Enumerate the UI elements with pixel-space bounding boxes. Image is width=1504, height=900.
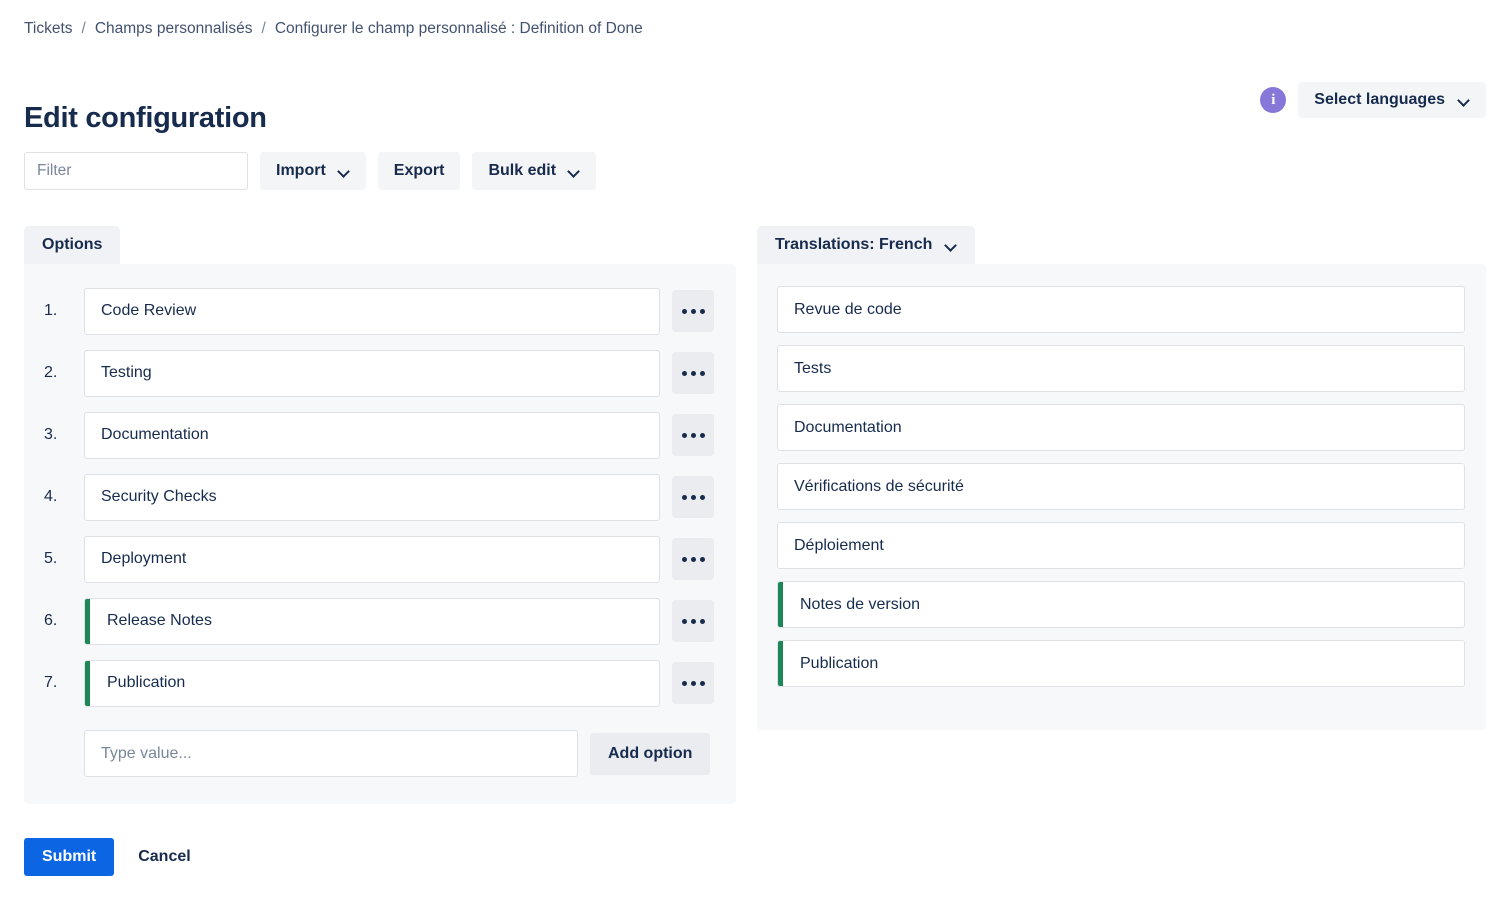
form-actions: Submit Cancel xyxy=(24,838,205,876)
chevron-down-icon xyxy=(946,240,957,251)
more-options-icon[interactable] xyxy=(672,414,714,456)
option-row: 7. Publication xyxy=(24,658,736,708)
import-button[interactable]: Import xyxy=(260,152,366,190)
translation-value-input[interactable]: Revue de code xyxy=(777,286,1465,333)
option-row: 6. Release Notes xyxy=(24,596,736,646)
submit-button[interactable]: Submit xyxy=(24,838,115,876)
breadcrumb-separator: / xyxy=(81,20,86,37)
option-row: 2. Testing xyxy=(24,348,736,398)
option-value-input[interactable]: Security Checks xyxy=(84,473,660,521)
translation-row: Publication xyxy=(777,640,1466,687)
translation-value-input[interactable]: Documentation xyxy=(777,404,1465,451)
translation-row: Tests xyxy=(777,345,1466,392)
option-row-number: 3. xyxy=(44,426,58,443)
breadcrumb-item-current: Configurer le champ personnalisé : Defin… xyxy=(274,20,643,37)
more-options-icon[interactable] xyxy=(672,538,714,580)
tab-options[interactable]: Options xyxy=(24,226,121,264)
cancel-button[interactable]: Cancel xyxy=(124,838,204,876)
breadcrumb-item-custom-fields[interactable]: Champs personnalisés xyxy=(95,20,253,38)
chevron-down-icon xyxy=(569,166,580,177)
option-row-number: 4. xyxy=(44,488,58,505)
option-row: 1. Code Review xyxy=(24,286,736,336)
option-value-input[interactable]: Documentation xyxy=(84,411,660,459)
tab-translations-label: Translations: French xyxy=(775,236,933,253)
add-option-input[interactable] xyxy=(84,730,578,777)
more-options-icon[interactable] xyxy=(672,662,714,704)
add-option-button[interactable]: Add option xyxy=(590,732,711,775)
option-row: 3. Documentation xyxy=(24,410,736,460)
option-row-number: 2. xyxy=(44,364,58,381)
more-options-icon[interactable] xyxy=(672,600,714,642)
option-row-number: 7. xyxy=(44,674,58,691)
breadcrumb-item-tickets[interactable]: Tickets xyxy=(24,20,73,38)
option-row-number: 6. xyxy=(44,612,58,629)
tab-translations[interactable]: Translations: French xyxy=(757,226,976,264)
translations-panel: Revue de code Tests Documentation Vérificat… xyxy=(757,264,1486,730)
translation-value-input[interactable]: Publication xyxy=(777,640,1465,687)
toolbar: Import Export Bulk edit xyxy=(24,152,597,190)
page-title: Edit configuration xyxy=(24,102,267,135)
options-panel: 1. Code Review 2. Testing 3. Documentation 4. S… xyxy=(24,264,736,804)
translation-row: Notes de version xyxy=(777,581,1466,628)
export-label: Export xyxy=(393,162,445,179)
option-value-input[interactable]: Publication xyxy=(84,659,660,707)
options-row-list: 1. Code Review 2. Testing 3. Documentation 4. S… xyxy=(24,264,736,708)
option-value-input[interactable]: Release Notes xyxy=(84,597,660,645)
bulk-edit-button[interactable]: Bulk edit xyxy=(472,152,597,190)
edit-configuration-page: Tickets / Champs personnalisés / Configu… xyxy=(0,0,1504,900)
export-button[interactable]: Export xyxy=(377,152,461,190)
translation-row: Vérifications de sécurité xyxy=(777,463,1466,510)
import-label: Import xyxy=(276,162,326,179)
info-icon: i xyxy=(1260,87,1287,113)
translation-row: Déploiement xyxy=(777,522,1466,569)
option-row: 5. Deployment xyxy=(24,534,736,584)
language-selector-group: i Select languages xyxy=(1260,82,1486,118)
tab-options-label: Options xyxy=(42,236,103,253)
breadcrumb-separator: / xyxy=(261,20,266,37)
select-languages-button[interactable]: Select languages xyxy=(1298,82,1486,118)
translation-value-input[interactable]: Déploiement xyxy=(777,522,1465,569)
add-option-row: Add option xyxy=(24,730,736,777)
option-row-number: 1. xyxy=(44,302,58,319)
translation-value-input[interactable]: Vérifications de sécurité xyxy=(777,463,1465,510)
option-value-input[interactable]: Testing xyxy=(84,349,660,397)
select-languages-label: Select languages xyxy=(1314,91,1445,108)
more-options-icon[interactable] xyxy=(672,476,714,518)
translation-row: Revue de code xyxy=(777,286,1466,333)
more-options-icon[interactable] xyxy=(672,352,714,394)
translations-row-list: Revue de code Tests Documentation Vérificat… xyxy=(757,264,1486,687)
translation-value-input[interactable]: Tests xyxy=(777,345,1465,392)
option-row: 4. Security Checks xyxy=(24,472,736,522)
option-value-input[interactable]: Deployment xyxy=(84,535,660,583)
filter-input[interactable] xyxy=(24,152,248,190)
translation-value-input[interactable]: Notes de version xyxy=(777,581,1465,628)
breadcrumb: Tickets / Champs personnalisés / Configu… xyxy=(24,20,643,38)
option-row-number: 5. xyxy=(44,550,58,567)
more-options-icon[interactable] xyxy=(672,290,714,332)
bulk-edit-label: Bulk edit xyxy=(488,162,557,179)
translation-row: Documentation xyxy=(777,404,1466,451)
chevron-down-icon xyxy=(1459,95,1470,106)
option-value-input[interactable]: Code Review xyxy=(84,287,660,335)
chevron-down-icon xyxy=(339,166,350,177)
